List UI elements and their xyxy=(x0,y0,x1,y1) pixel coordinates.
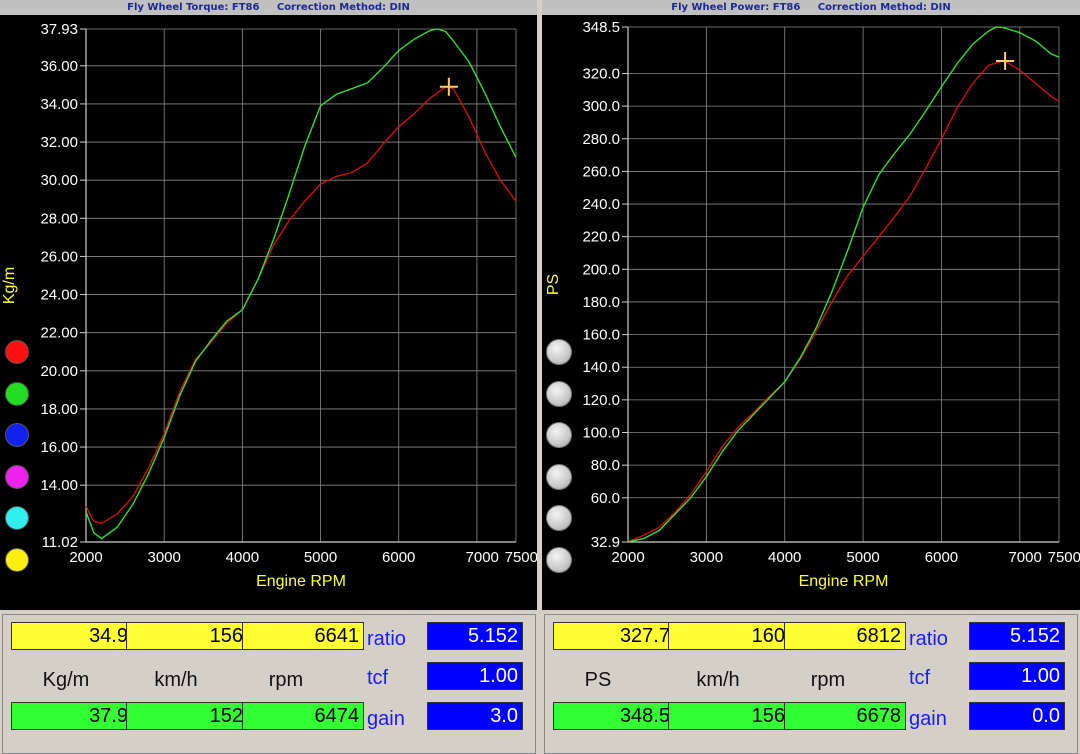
torque-chart: 37.93 36.00 34.00 32.00 30.00 28.00 26.00 24.00… xyxy=(1,21,537,590)
x-tick-label: 7500 xyxy=(1048,549,1080,566)
unit-power: PS xyxy=(584,669,612,691)
x-axis-label: Engine RPM xyxy=(799,573,889,590)
peak-torque-max: 37.9 xyxy=(11,702,133,730)
unit-speed: km/h xyxy=(154,669,198,691)
power-chart-panel: Fly Wheel Power: FT86 Correction Method:… xyxy=(542,0,1080,610)
power-chart: 348.5 320.0 300.0 280.0 260.0 240.0 220.0 200.0… xyxy=(545,19,1080,590)
series-toggle-button-1[interactable] xyxy=(546,339,572,365)
x-tick-label: 7000 xyxy=(1008,549,1041,566)
x-tick-label: 3000 xyxy=(147,549,180,566)
y-axis-label: Kg/m xyxy=(1,267,18,304)
unit-rpm: rpm xyxy=(810,669,846,691)
series-line-1 xyxy=(627,59,1060,543)
unit-speed: km/h xyxy=(696,669,740,691)
y-tick-label: 140.0 xyxy=(582,359,620,376)
series-color-button-1[interactable] xyxy=(5,340,29,364)
rpm-current: 6641 xyxy=(242,622,364,650)
unit-torque: Kg/m xyxy=(42,669,90,691)
power-chart-title: Fly Wheel Power: FT86 Correction Method:… xyxy=(542,0,1080,15)
x-axis-label: Engine RPM xyxy=(256,573,346,590)
x-tick-label: 4000 xyxy=(768,549,801,566)
series-color-button-6[interactable] xyxy=(5,547,29,572)
x-tick-label: 5000 xyxy=(304,549,337,566)
x-tick-label: 7000 xyxy=(466,549,499,566)
rpm-max: 6474 xyxy=(242,702,364,730)
ratio-value[interactable]: 5.152 xyxy=(427,622,523,650)
speed-current: 156 xyxy=(126,622,248,650)
speed-max: 152 xyxy=(126,702,248,730)
y-tick-label: 220.0 xyxy=(582,229,620,246)
torque-chart-panel: Fly Wheel Torque: FT86 Correction Method… xyxy=(0,0,537,610)
y-tick-label: 160.0 xyxy=(582,327,620,344)
y-tick-label: 30.00 xyxy=(40,172,78,189)
peak-power-current: 327.7 xyxy=(553,622,675,650)
y-tick-label: 20.00 xyxy=(40,363,78,380)
x-tick-label: 3000 xyxy=(690,549,723,566)
y-tick-label: 60.0 xyxy=(591,490,620,507)
y-tick-label: 300.0 xyxy=(582,98,620,115)
x-tick-label: 2000 xyxy=(69,549,102,566)
y-tick-label: 200.0 xyxy=(582,261,620,278)
ratio-value[interactable]: 5.152 xyxy=(969,622,1065,650)
torque-readout-panel: 34.9 156 6641 Kg/m km/h rpm 37.9 152 647… xyxy=(2,614,536,754)
ratio-label: ratio xyxy=(367,628,406,650)
tcf-value[interactable]: 1.00 xyxy=(969,662,1065,690)
series-line-1 xyxy=(85,86,517,525)
y-tick-label: 26.00 xyxy=(40,248,78,265)
tcf-label: tcf xyxy=(909,667,931,689)
y-tick-label: 16.00 xyxy=(40,439,78,456)
y-tick-label: 32.00 xyxy=(40,134,78,151)
series-toggle-button-5[interactable] xyxy=(546,505,572,531)
x-tick-label: 5000 xyxy=(846,549,879,566)
series-toggle-button-3[interactable] xyxy=(546,422,572,448)
series-line-2 xyxy=(627,26,1060,543)
y-tick-label: 37.93 xyxy=(40,21,78,38)
gain-label: gain xyxy=(367,708,405,730)
x-tick-label: 4000 xyxy=(226,549,259,566)
tcf-label: tcf xyxy=(367,667,389,689)
y-tick-label: 280.0 xyxy=(582,131,620,148)
y-axis-label: PS xyxy=(545,274,562,295)
torque-chart-title: Fly Wheel Torque: FT86 Correction Method… xyxy=(0,0,537,15)
y-tick-label: 24.00 xyxy=(40,287,78,304)
y-tick-label: 80.0 xyxy=(591,457,620,474)
series-color-button-3[interactable] xyxy=(5,423,29,447)
series-toggle-button-6[interactable] xyxy=(546,546,572,573)
rpm-max: 6678 xyxy=(784,702,906,730)
unit-rpm: rpm xyxy=(268,669,304,691)
series-toggle-button-2[interactable] xyxy=(546,380,572,407)
y-tick-label: 348.5 xyxy=(582,19,620,36)
gain-label: gain xyxy=(909,708,947,730)
y-tick-label: 120.0 xyxy=(582,392,620,409)
gain-value[interactable]: 0.0 xyxy=(969,702,1065,730)
series-color-button-4[interactable] xyxy=(5,464,29,489)
ratio-label: ratio xyxy=(909,628,948,650)
peak-torque-current: 34.9 xyxy=(11,622,133,650)
tcf-value[interactable]: 1.00 xyxy=(427,662,523,690)
y-tick-label: 18.00 xyxy=(40,401,78,418)
y-tick-label: 320.0 xyxy=(582,66,620,83)
power-readout-panel: 327.7 160 6812 PS km/h rpm 348.5 156 667… xyxy=(544,614,1078,754)
series-color-button-5[interactable] xyxy=(5,506,29,530)
y-tick-label: 34.00 xyxy=(40,96,78,113)
y-tick-label: 28.00 xyxy=(40,210,78,227)
y-tick-label: 22.00 xyxy=(40,325,78,342)
speed-current: 160 xyxy=(668,622,790,650)
y-tick-label: 100.0 xyxy=(582,425,620,442)
x-tick-label: 6000 xyxy=(382,549,415,566)
speed-max: 156 xyxy=(668,702,790,730)
x-tick-label: 2000 xyxy=(611,549,644,566)
x-tick-label: 7500 xyxy=(505,549,537,566)
y-tick-label: 36.00 xyxy=(40,58,78,75)
y-tick-label: 180.0 xyxy=(582,294,620,311)
peak-power-max: 348.5 xyxy=(553,702,675,730)
x-tick-label: 6000 xyxy=(925,549,958,566)
gain-value[interactable]: 3.0 xyxy=(427,702,523,730)
series-color-button-2[interactable] xyxy=(5,381,29,406)
y-tick-label: 260.0 xyxy=(582,163,620,180)
y-tick-label: 240.0 xyxy=(582,196,620,213)
rpm-current: 6812 xyxy=(784,622,906,650)
y-tick-label: 14.00 xyxy=(40,477,78,494)
series-toggle-button-4[interactable] xyxy=(546,463,572,490)
